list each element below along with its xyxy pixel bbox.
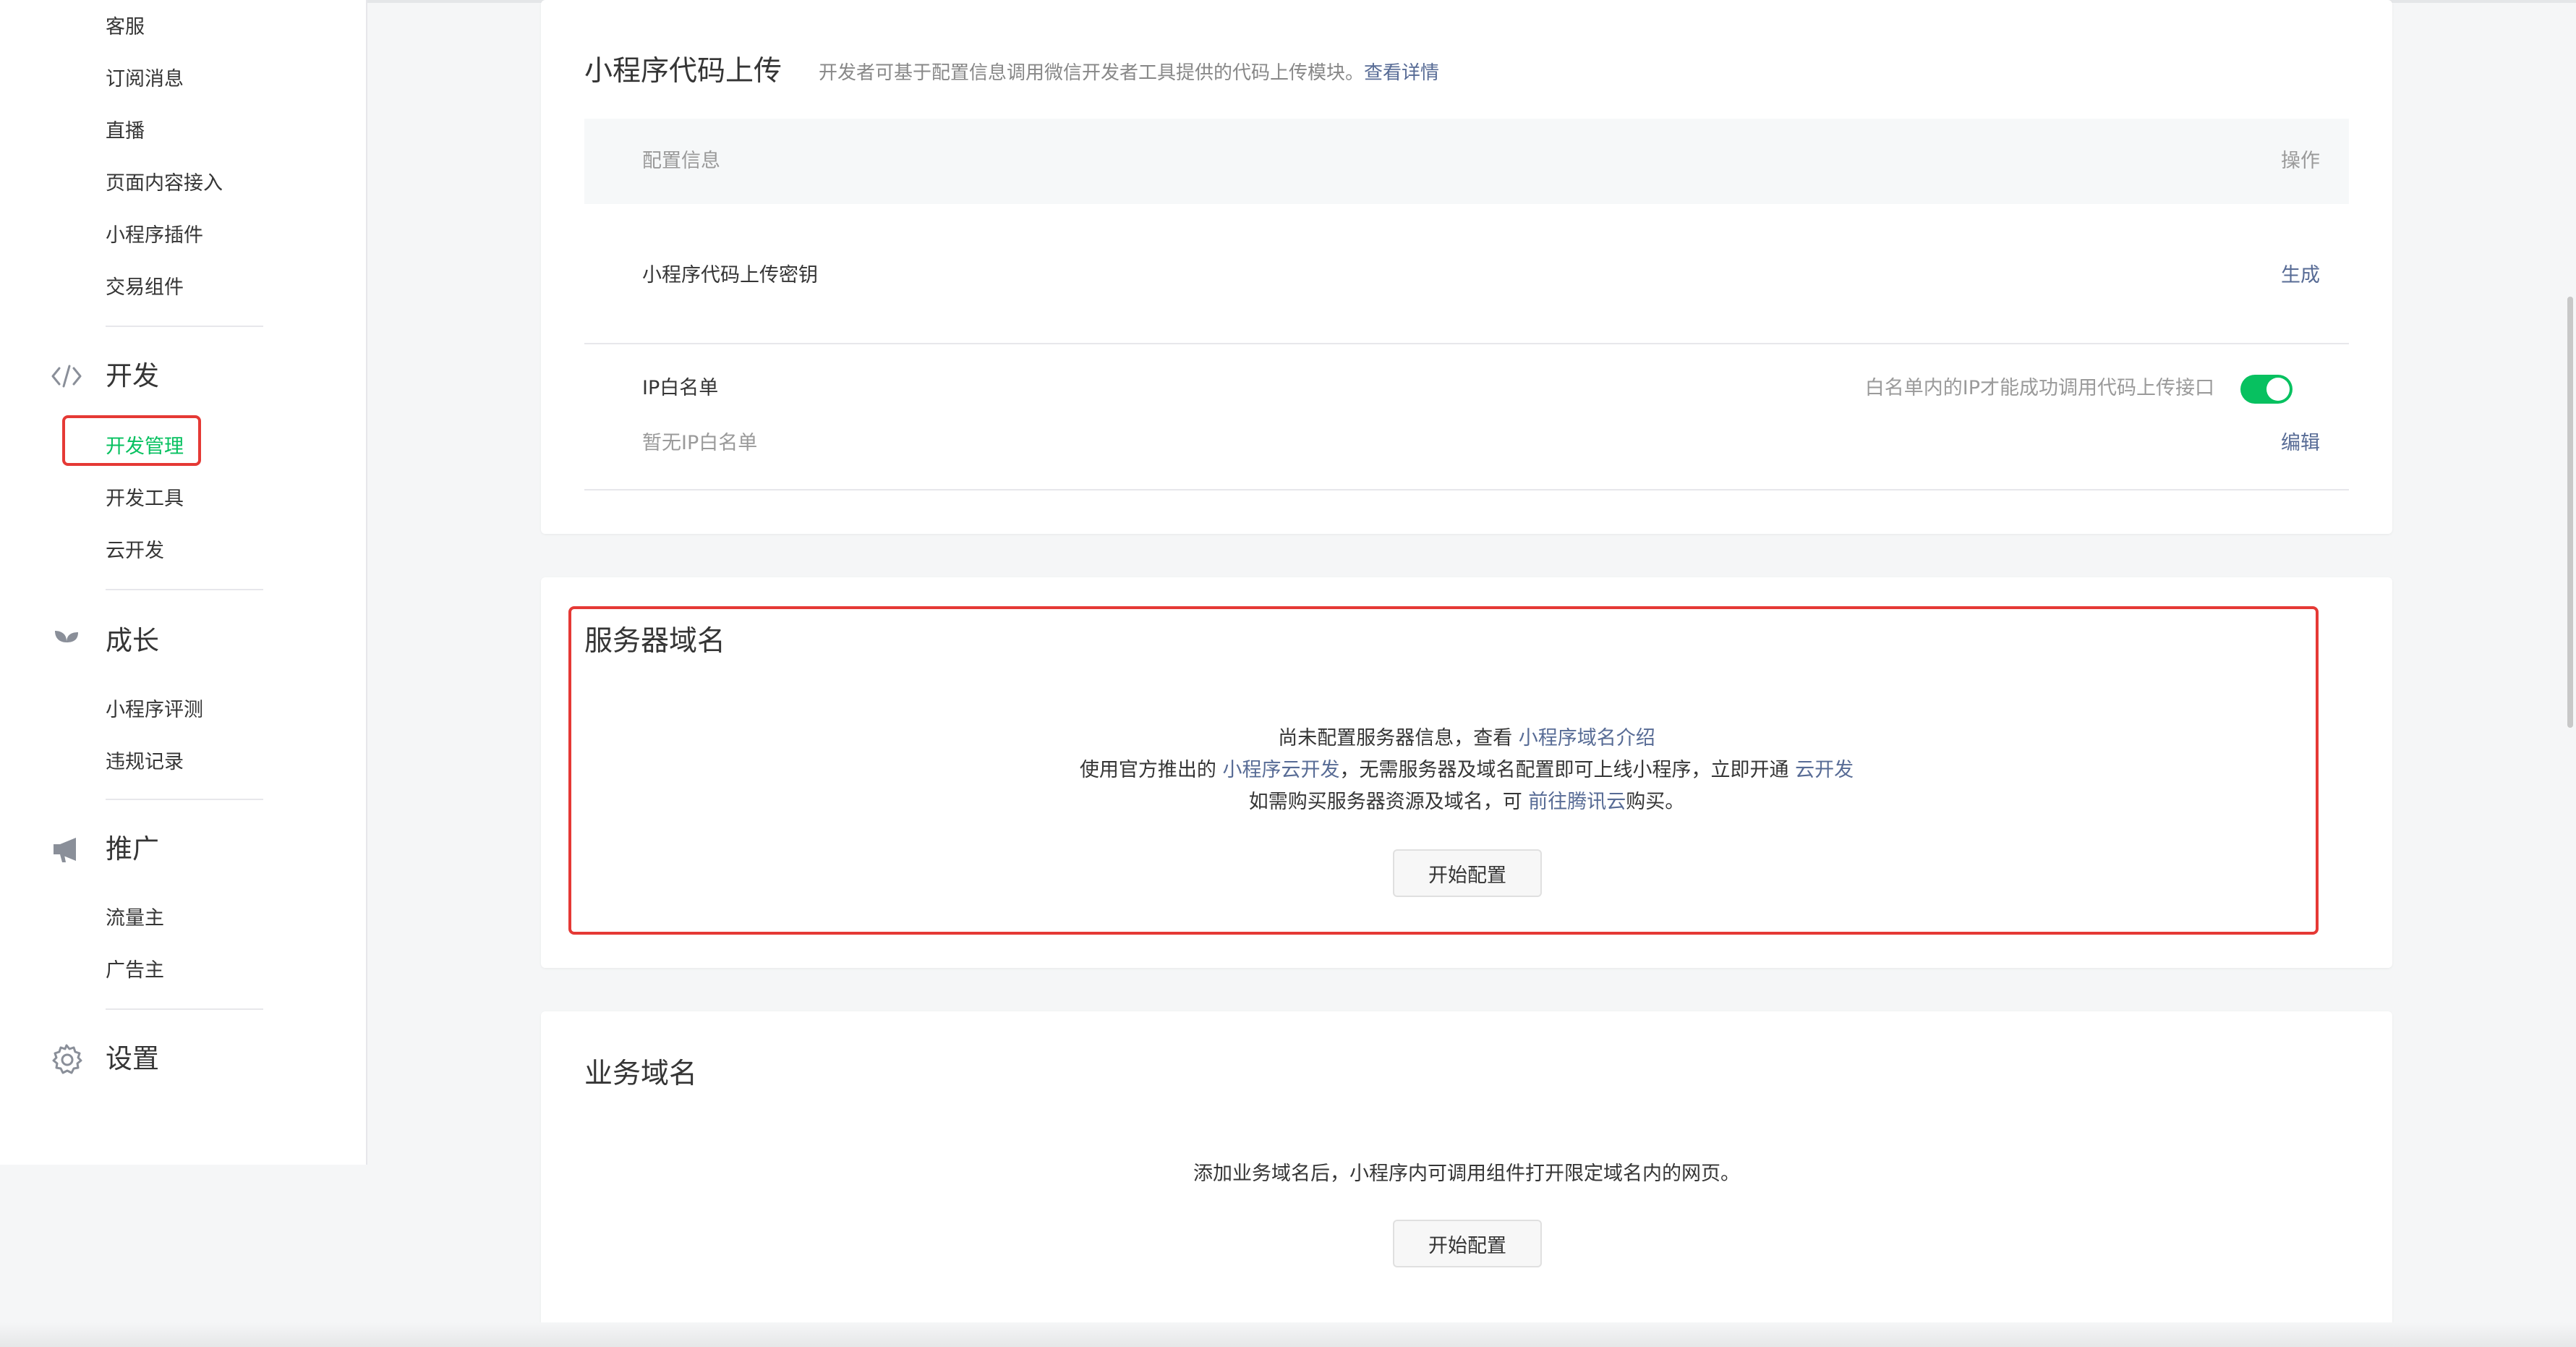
sidebar-item-dev-tools[interactable]: 开发工具	[106, 486, 184, 512]
upload-key-label: 小程序代码上传密钥	[642, 264, 818, 286]
sidebar-section-title: 推广	[106, 833, 159, 864]
server-domain-line-3-prefix: 如需购买服务器资源及域名，可	[1248, 791, 1522, 813]
enable-cloud-dev-link[interactable]: 云开发	[1795, 759, 1854, 781]
domain-intro-link[interactable]: 小程序域名介绍	[1519, 727, 1655, 749]
server-domain-card: 服务器域名 尚未配置服务器信息，查看 小程序域名介绍 使用官方推出的 小程序云开…	[541, 577, 2392, 968]
server-domain-line-2: 使用官方推出的 小程序云开发，无需服务器及域名配置即可上线小程序，立即开通 云开…	[541, 758, 2392, 783]
business-domain-title: 业务域名	[584, 1058, 698, 1090]
sidebar-divider	[106, 1008, 263, 1010]
code-upload-title: 小程序代码上传	[584, 55, 782, 88]
sidebar-item-customer-service[interactable]: 客服	[106, 14, 145, 41]
sidebar-section-title: 设置	[106, 1043, 159, 1074]
ip-whitelist-empty: 暂无IP白名单	[642, 432, 758, 454]
cloud-dev-link[interactable]: 小程序云开发	[1223, 759, 1340, 781]
bottom-shadow	[0, 1322, 2576, 1347]
code-upload-desc: 开发者可基于配置信息调用微信开发者工具提供的代码上传模块。查看详情	[819, 61, 1439, 85]
server-domain-line-2-prefix: 使用官方推出的	[1079, 759, 1216, 781]
col-header-config: 配置信息	[642, 150, 720, 172]
sidebar-item-evaluation[interactable]: 小程序评测	[106, 697, 203, 723]
server-domain-line-2-mid: ，无需服务器及域名配置即可上线小程序，立即开通	[1339, 759, 1789, 781]
sidebar-item-dev-management[interactable]: 开发管理	[106, 434, 184, 460]
sidebar-divider	[106, 326, 263, 327]
sidebar-section-settings[interactable]: 设置	[49, 1042, 159, 1076]
server-domain-title: 服务器域名	[584, 625, 726, 658]
sidebar-item-trade-component[interactable]: 交易组件	[106, 275, 184, 301]
business-domain-start-button[interactable]: 开始配置	[1393, 1220, 1542, 1267]
sidebar-item-advertiser[interactable]: 广告主	[106, 958, 164, 984]
sidebar-divider	[106, 799, 263, 800]
sidebar-item-violations[interactable]: 违规记录	[106, 749, 184, 776]
sprout-icon	[49, 624, 84, 658]
col-header-action: 操作	[2281, 150, 2320, 172]
sidebar-item-plugins[interactable]: 小程序插件	[106, 223, 203, 249]
sidebar-section-dev[interactable]: 开发	[49, 359, 159, 394]
server-domain-line-1: 尚未配置服务器信息，查看 小程序域名介绍	[541, 726, 2392, 751]
edit-whitelist-link[interactable]: 编辑	[2281, 431, 2320, 456]
megaphone-icon	[49, 832, 84, 867]
code-upload-desc-text: 开发者可基于配置信息调用微信开发者工具提供的代码上传模块。	[819, 62, 1365, 84]
view-details-link[interactable]: 查看详情	[1364, 62, 1439, 84]
business-domain-card: 业务域名 添加业务域名后，小程序内可调用组件打开限定域名内的网页。 开始配置	[541, 1011, 2392, 1338]
sidebar-section-title: 成长	[106, 625, 159, 656]
ip-whitelist-label: IP白名单	[642, 377, 719, 399]
code-icon	[49, 359, 84, 394]
sidebar-item-cloud-dev[interactable]: 云开发	[106, 538, 164, 564]
config-table-header: 配置信息 操作	[584, 119, 2349, 204]
sidebar-divider	[106, 589, 263, 590]
sidebar-section-promo[interactable]: 推广	[49, 832, 159, 867]
sidebar: 客服 订阅消息 直播 页面内容接入 小程序插件 交易组件 开发 开发管理 开发工…	[0, 0, 367, 1165]
server-domain-line-3-suffix: 购买。	[1626, 791, 1685, 813]
toggle-knob	[2266, 378, 2290, 401]
code-upload-card: 小程序代码上传 开发者可基于配置信息调用微信开发者工具提供的代码上传模块。查看详…	[541, 0, 2392, 534]
tencent-cloud-link[interactable]: 前往腾讯云	[1528, 791, 1626, 813]
sidebar-item-live[interactable]: 直播	[106, 119, 145, 145]
ip-whitelist-toggle[interactable]	[2240, 375, 2293, 404]
ip-whitelist-toggle-label: 白名单内的IP才能成功调用代码上传接口	[1864, 377, 2214, 399]
business-domain-desc: 添加业务域名后，小程序内可调用组件打开限定域名内的网页。	[1193, 1163, 1740, 1185]
sidebar-section-title: 开发	[106, 360, 159, 391]
server-domain-line-1-text: 尚未配置服务器信息，查看	[1278, 727, 1513, 749]
generate-key-link[interactable]: 生成	[2281, 263, 2320, 288]
sidebar-item-subscription[interactable]: 订阅消息	[106, 67, 184, 93]
gear-icon	[49, 1042, 84, 1076]
server-domain-start-button[interactable]: 开始配置	[1393, 849, 1542, 897]
sidebar-item-traffic-owner[interactable]: 流量主	[106, 906, 164, 932]
table-row-divider	[584, 489, 2349, 490]
page-scrollbar[interactable]	[2567, 297, 2573, 728]
server-domain-line-3: 如需购买服务器资源及域名，可 前往腾讯云购买。	[541, 790, 2392, 815]
sidebar-section-growth[interactable]: 成长	[49, 624, 159, 658]
table-row-divider	[584, 343, 2349, 344]
sidebar-item-page-content[interactable]: 页面内容接入	[106, 171, 223, 197]
